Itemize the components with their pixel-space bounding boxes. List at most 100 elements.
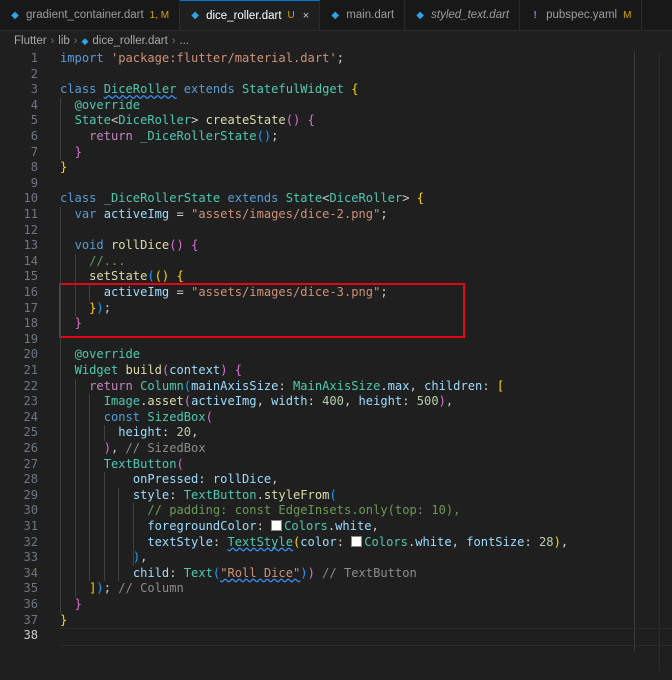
code-line[interactable]: 35 ]); // Column <box>0 581 672 597</box>
code-token: 500 <box>416 394 439 409</box>
code-token: white <box>335 519 372 533</box>
code-token: } <box>60 612 68 627</box>
code-token: DiceRoller <box>103 82 177 97</box>
breadcrumb-item[interactable]: dice_roller.dart <box>92 35 167 47</box>
code-line[interactable]: 8} <box>0 160 672 176</box>
code-editor[interactable]: 1 import 'package:flutter/material.dart';… <box>0 51 672 680</box>
code-token: // padding: const EdgeInsets.only(top: 1… <box>147 503 461 518</box>
code-line[interactable]: 15 setState(() { <box>0 269 672 285</box>
code-line[interactable]: 14 //... <box>0 254 672 270</box>
code-line[interactable]: 17 }); <box>0 301 672 317</box>
code-text: foregroundColor: Colors.white, <box>60 519 379 535</box>
close-icon[interactable]: × <box>303 10 309 22</box>
warning-exclamation-icon: ! <box>533 9 537 21</box>
tab-main-dart[interactable]: ◆ main.dart <box>320 0 406 30</box>
color-swatch-white[interactable] <box>271 520 283 531</box>
chevron-right-icon: › <box>73 35 78 47</box>
code-line[interactable]: 10 class _DiceRollerState extends State<D… <box>0 191 672 207</box>
code-token: } <box>74 316 82 331</box>
code-line[interactable]: 38 <box>0 628 672 644</box>
code-line[interactable]: 32 textStyle: TextStyle(color: Colors.wh… <box>0 535 672 551</box>
code-line[interactable]: 34 child: Text("Roll Dice")) // TextButt… <box>0 566 672 582</box>
code-line[interactable]: 4 @override <box>0 98 672 114</box>
tab-styled-text-dart[interactable]: ◆ styled_text.dart <box>405 0 521 30</box>
code-line[interactable]: 1 import 'package:flutter/material.dart'; <box>0 51 672 67</box>
code-line[interactable]: 27 TextButton( <box>0 457 672 473</box>
code-line[interactable]: 18 } <box>0 316 672 332</box>
code-token: : <box>212 534 228 549</box>
code-token: ; <box>271 129 279 143</box>
code-line[interactable]: 36 } <box>0 597 672 613</box>
code-line[interactable]: 24 const SizedBox( <box>0 410 672 426</box>
line-number: 30 <box>23 503 38 518</box>
code-line[interactable]: 16 activeImg = "assets/images/dice-3.png… <box>0 285 672 301</box>
code-line[interactable]: 3 class DiceRoller extends StatefulWidget… <box>0 82 672 98</box>
code-line[interactable]: 11 var activeImg = "assets/images/dice-2… <box>0 207 672 223</box>
code-line[interactable]: 6 return _DiceRollerState(); <box>0 129 672 145</box>
code-line[interactable]: 25 height: 20, <box>0 425 672 441</box>
code-token: : <box>278 378 293 393</box>
code-text: height: 20, <box>60 425 198 441</box>
code-line[interactable]: 30 // padding: const EdgeInsets.only(top… <box>0 503 672 519</box>
code-text: textStyle: TextStyle(color: Colors.white… <box>60 535 568 551</box>
code-token: . <box>256 487 264 502</box>
line-number: 19 <box>23 331 38 346</box>
code-token: ( <box>183 394 192 409</box>
breadcrumb-item[interactable]: lib <box>58 35 70 47</box>
tab-status-badge: 1, M <box>149 9 170 21</box>
code-token: : <box>256 519 272 533</box>
code-line[interactable]: 22 return Column(mainAxisSize: MainAxisS… <box>0 379 672 395</box>
code-token: asset <box>147 394 184 409</box>
line-number: 7 <box>30 144 38 159</box>
code-token: DiceRoller <box>329 191 403 206</box>
code-line[interactable]: 2 <box>0 67 672 83</box>
line-number: 17 <box>23 300 38 315</box>
breadcrumb-item[interactable]: Flutter <box>14 35 47 47</box>
code-line[interactable]: 26 ), // SizedBox <box>0 441 672 457</box>
code-token: : <box>198 472 213 487</box>
code-token: , <box>371 519 379 533</box>
code-token: > <box>402 191 410 206</box>
code-token: const <box>103 409 141 424</box>
code-line[interactable]: 13 void rollDice() { <box>0 238 672 254</box>
breadcrumb-item[interactable]: ... <box>179 35 189 47</box>
indent-guide <box>74 253 76 317</box>
code-line[interactable]: 20 @override <box>0 347 672 363</box>
tab-pubspec-yaml[interactable]: ! pubspec.yaml M <box>520 0 643 30</box>
dart-icon: ◆ <box>81 35 89 46</box>
code-line[interactable]: 23 Image.asset(activeImg, width: 400, he… <box>0 394 672 410</box>
code-token: ; <box>380 207 388 221</box>
color-swatch-white[interactable] <box>351 535 363 547</box>
code-line[interactable]: 21 Widget build(context) { <box>0 363 672 379</box>
code-token: TextButton <box>103 456 177 471</box>
code-token: @override <box>74 347 141 362</box>
code-line[interactable]: 9 <box>0 176 672 192</box>
code-line[interactable]: 29 style: TextButton.styleFrom( <box>0 488 672 504</box>
code-text: //... <box>60 254 125 270</box>
tab-gradient-container-dart[interactable]: ◆ gradient_container.dart 1, M <box>0 0 181 30</box>
code-token: activeImg <box>103 285 170 299</box>
tab-dice-roller-dart[interactable]: ◆ dice_roller.dart U × <box>180 0 321 30</box>
code-token: "Roll Dice" <box>220 565 301 580</box>
code-line[interactable]: 19 <box>0 332 672 348</box>
code-line[interactable]: 37} <box>0 613 672 629</box>
code-line[interactable]: 5 State<DiceRoller> createState() { <box>0 113 672 129</box>
chevron-right-icon: › <box>171 35 176 47</box>
code-token: : <box>169 487 184 502</box>
code-line[interactable]: 28 onPressed: rollDice, <box>0 472 672 488</box>
code-line[interactable]: 31 foregroundColor: Colors.white, <box>0 519 672 535</box>
code-line[interactable]: 12 <box>0 223 672 239</box>
code-token: , <box>409 378 425 393</box>
code-line[interactable]: 7 } <box>0 145 672 161</box>
code-line[interactable]: 33 ), <box>0 550 672 566</box>
code-token: ) <box>553 534 561 549</box>
code-token: styleFrom <box>263 487 330 502</box>
code-token: Column <box>140 378 184 393</box>
